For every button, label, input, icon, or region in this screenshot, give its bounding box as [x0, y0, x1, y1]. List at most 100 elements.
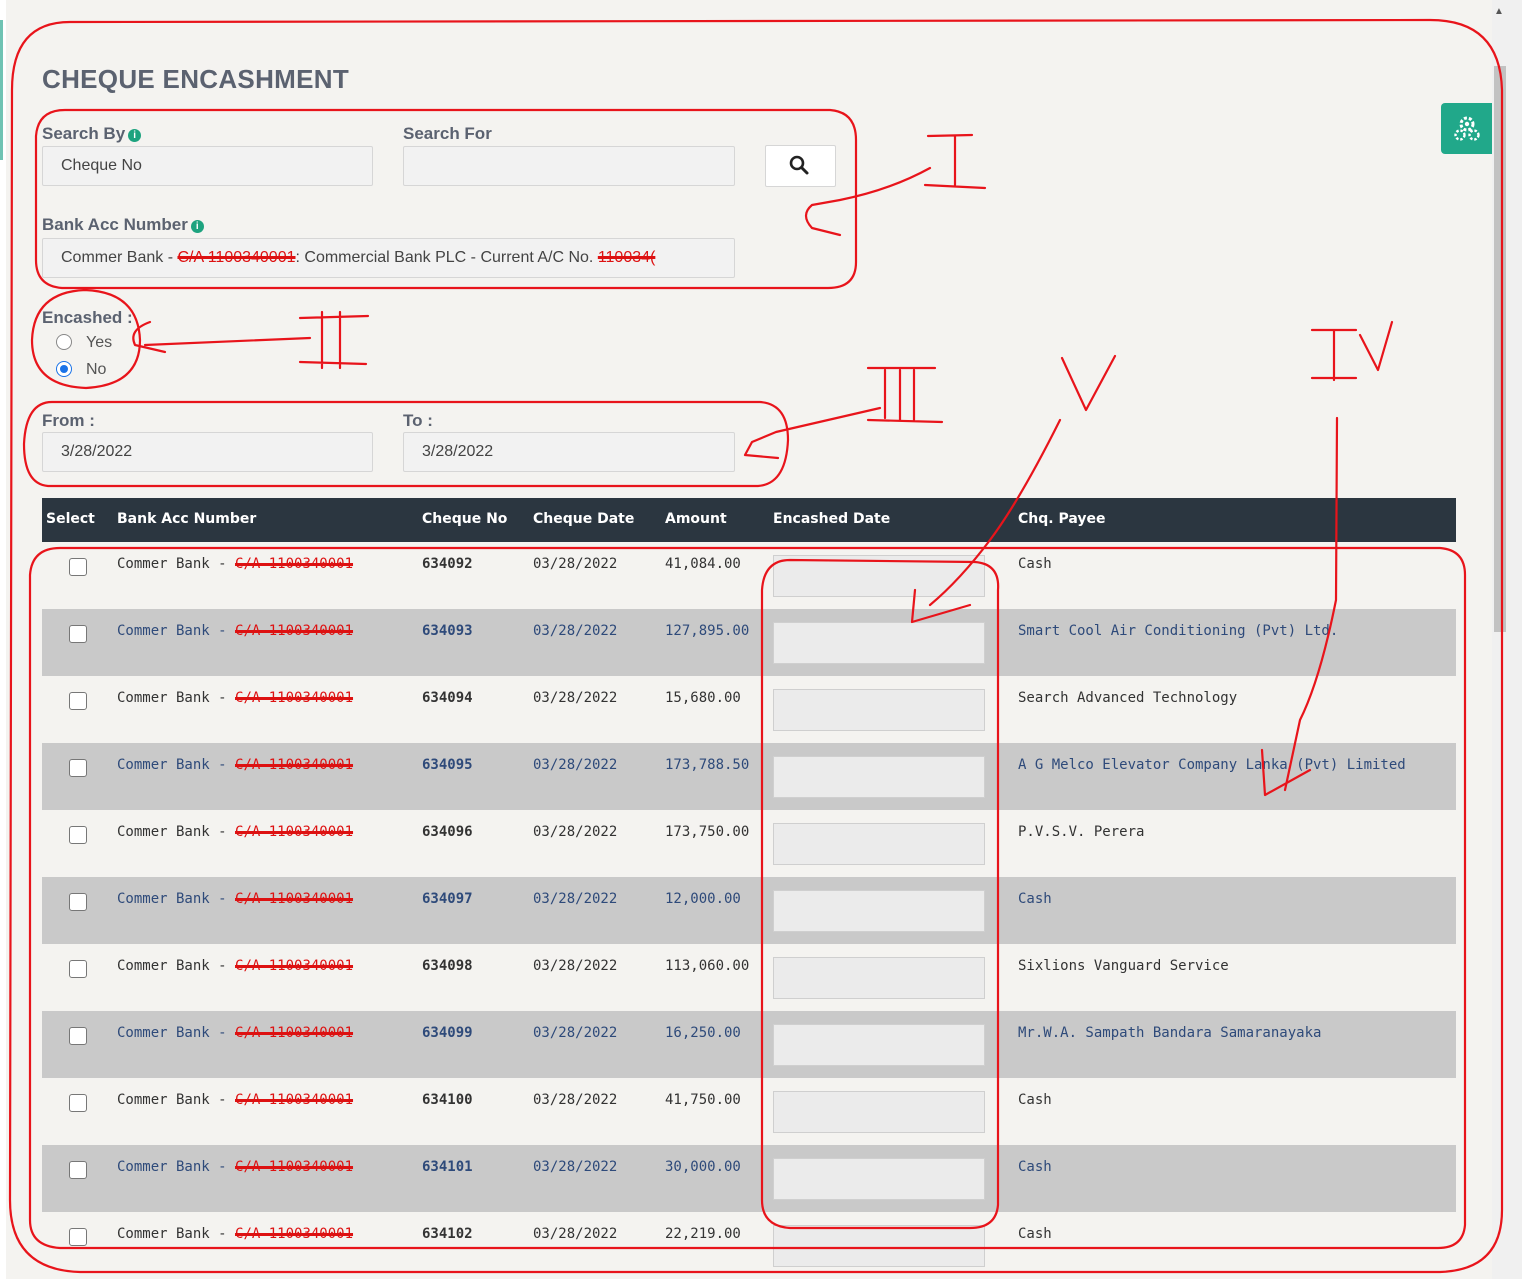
- table-row[interactable]: Commer Bank - C/A 1100340001 634101 03/28/…: [42, 1145, 1456, 1212]
- amount-cell: 173,788.50: [665, 757, 750, 773]
- row-select-checkbox[interactable]: [69, 826, 87, 844]
- settings-button[interactable]: [1441, 103, 1492, 154]
- search-by-select[interactable]: Cheque No: [42, 146, 373, 186]
- annotation-arrow-ii: [132, 310, 370, 370]
- row-select-checkbox[interactable]: [69, 692, 87, 710]
- row-select-checkbox[interactable]: [69, 759, 87, 777]
- cheque-no-cell: 634097: [422, 891, 473, 907]
- encashed-option-yes[interactable]: Yes: [56, 334, 112, 352]
- encashed-date-input[interactable]: [773, 1024, 985, 1066]
- redaction-mark: C/A 1100340001: [235, 556, 354, 572]
- redaction-mark: C/A 1100340001: [235, 1025, 354, 1041]
- redaction-mark: C/A 1100340001: [235, 891, 354, 907]
- info-icon[interactable]: i: [190, 220, 204, 233]
- cheque-date-cell: 03/28/2022: [533, 556, 618, 572]
- table-row[interactable]: Commer Bank - C/A 1100340001 634092 03/28/…: [42, 542, 1456, 609]
- cheque-no-cell: 634096: [422, 824, 473, 840]
- annotation-arrow-iii: [743, 366, 944, 460]
- row-select-checkbox[interactable]: [69, 558, 87, 576]
- page-title: CHEQUE ENCASHMENT: [42, 64, 350, 94]
- row-select-checkbox[interactable]: [69, 625, 87, 643]
- encashed-date-input[interactable]: [773, 957, 985, 999]
- encashed-date-input[interactable]: [773, 890, 985, 932]
- col-select: Select: [46, 511, 95, 527]
- payee-cell: Cash: [1018, 1159, 1052, 1175]
- encashed-date-input[interactable]: [773, 689, 985, 731]
- search-for-input[interactable]: [403, 146, 735, 186]
- table-row[interactable]: Commer Bank - C/A 1100340001 634099 03/28/…: [42, 1011, 1456, 1078]
- row-select-checkbox[interactable]: [69, 1027, 87, 1045]
- cheque-date-cell: 03/28/2022: [533, 958, 618, 974]
- redaction-mark: 110034(: [597, 249, 656, 266]
- row-select-checkbox[interactable]: [69, 893, 87, 911]
- search-button[interactable]: [765, 145, 836, 187]
- radio-no-label: No: [86, 361, 107, 378]
- encashed-date-input[interactable]: [773, 823, 985, 865]
- cheque-date-cell: 03/28/2022: [533, 1226, 618, 1242]
- table-row[interactable]: Commer Bank - C/A 1100340001 634102 03/28/…: [42, 1212, 1456, 1279]
- scroll-up-arrow[interactable]: ▲: [1494, 6, 1504, 17]
- row-select-checkbox[interactable]: [69, 1161, 87, 1179]
- table-row[interactable]: Commer Bank - C/A 1100340001 634098 03/28/…: [42, 944, 1456, 1011]
- cheque-date-cell: 03/28/2022: [533, 623, 618, 639]
- row-select-checkbox[interactable]: [69, 1228, 87, 1246]
- search-by-label-text: Search By: [42, 124, 126, 143]
- bank-name: Commer Bank -: [117, 690, 227, 706]
- encashed-option-no[interactable]: No: [56, 361, 106, 379]
- encashed-date-input[interactable]: [773, 756, 985, 798]
- table-row[interactable]: Commer Bank - C/A 1100340001 634094 03/28/…: [42, 676, 1456, 743]
- payee-cell: A G Melco Elevator Company Lanka (Pvt) L…: [1018, 757, 1406, 773]
- table-row[interactable]: Commer Bank - C/A 1100340001 634095 03/28/…: [42, 743, 1456, 810]
- encashed-date-input[interactable]: [773, 622, 985, 664]
- bank-name: Commer Bank -: [117, 958, 227, 974]
- bank-name: Commer Bank -: [117, 1226, 227, 1242]
- bank-name: Commer Bank -: [117, 1092, 227, 1108]
- encashed-date-input[interactable]: [773, 555, 985, 597]
- bank-acc-cell: Commer Bank - C/A 1100340001: [117, 690, 353, 706]
- scrollbar-thumb[interactable]: [1494, 66, 1506, 632]
- row-select-checkbox[interactable]: [69, 960, 87, 978]
- bank-acc-cell: Commer Bank - C/A 1100340001: [117, 1159, 353, 1175]
- to-date-input[interactable]: 3/28/2022: [403, 432, 735, 472]
- payee-cell: Cash: [1018, 1092, 1052, 1108]
- redaction-mark: C/A 1100340001: [235, 958, 354, 974]
- radio-yes-label: Yes: [86, 334, 113, 351]
- bank-acc-cell: Commer Bank - C/A 1100340001: [117, 556, 353, 572]
- table-header: Select Bank Acc Number Cheque No Cheque …: [42, 498, 1456, 542]
- payee-cell: Sixlions Vanguard Service: [1018, 958, 1229, 974]
- encashed-date-input[interactable]: [773, 1158, 985, 1200]
- encashed-label: Encashed :: [42, 308, 133, 327]
- cheque-date-cell: 03/28/2022: [533, 891, 618, 907]
- encashed-date-input[interactable]: [773, 1225, 985, 1267]
- table-row[interactable]: Commer Bank - C/A 1100340001 634100 03/28/…: [42, 1078, 1456, 1145]
- redaction-mark: C/A 1100340001: [235, 824, 354, 840]
- info-icon[interactable]: i: [128, 129, 142, 142]
- bank-name: Commer Bank -: [117, 1025, 227, 1041]
- encashed-date-input[interactable]: [773, 1091, 985, 1133]
- amount-cell: 113,060.00: [665, 958, 750, 974]
- table-row[interactable]: Commer Bank - C/A 1100340001 634093 03/28/…: [42, 609, 1456, 676]
- radio-yes[interactable]: [56, 334, 72, 350]
- bank-acc-middle: : Commercial Bank PLC - Current A/C No.: [295, 249, 598, 266]
- bank-name: Commer Bank -: [117, 891, 227, 907]
- left-accent-bar: [0, 20, 3, 160]
- row-select-checkbox[interactable]: [69, 1094, 87, 1112]
- scrollbar[interactable]: ▲: [1492, 0, 1522, 1279]
- table-row[interactable]: Commer Bank - C/A 1100340001 634097 03/28/…: [42, 877, 1456, 944]
- col-cheque-date: Cheque Date: [533, 511, 635, 527]
- search-by-label: Search By i: [42, 124, 142, 144]
- left-edge: [0, 0, 6, 1279]
- bank-acc-select[interactable]: Commer Bank - C/A 1100340001: Commercial…: [42, 238, 735, 278]
- from-date-input[interactable]: 3/28/2022: [42, 432, 373, 472]
- table-row[interactable]: Commer Bank - C/A 1100340001 634096 03/28/…: [42, 810, 1456, 877]
- cheque-date-cell: 03/28/2022: [533, 1092, 618, 1108]
- bank-acc-cell: Commer Bank - C/A 1100340001: [117, 757, 353, 773]
- cheque-no-cell: 634093: [422, 623, 473, 639]
- bank-name: Commer Bank -: [117, 757, 227, 773]
- amount-cell: 41,750.00: [665, 1092, 741, 1108]
- amount-cell: 22,219.00: [665, 1226, 741, 1242]
- bank-acc-prefix: Commer Bank -: [61, 249, 178, 266]
- bank-name: Commer Bank -: [117, 824, 227, 840]
- radio-no[interactable]: [56, 361, 72, 377]
- redaction-mark: C/A 1100340001: [235, 1092, 354, 1108]
